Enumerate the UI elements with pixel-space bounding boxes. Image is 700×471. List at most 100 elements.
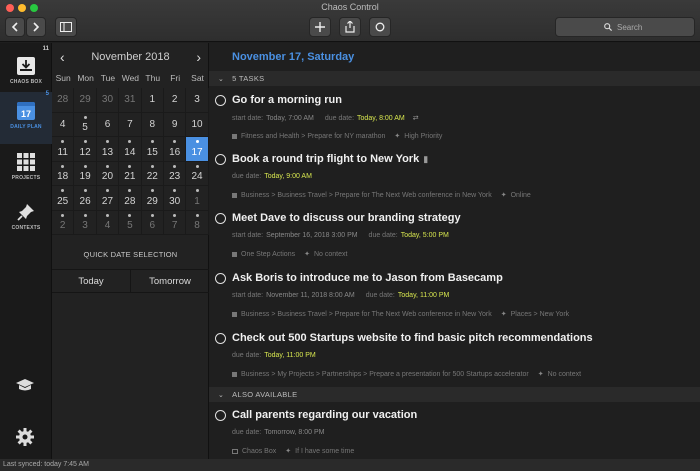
calendar-day-number: 27 [101,195,114,207]
calendar-day[interactable]: 11 [52,137,75,162]
calendar-day[interactable]: 4 [96,210,120,235]
calendar-month: November 2018 [91,51,170,63]
task-checkbox[interactable] [215,213,226,224]
task-indicator-dot [195,213,199,217]
sync-button[interactable] [369,17,391,37]
task-dates: due date: Today, 11:00 PM [232,352,322,359]
task-context: Online [510,191,531,199]
calendar-day[interactable]: 25 [52,186,75,211]
quick-date-selection-label: QUICK DATE SELECTION [83,250,178,259]
calendar-day[interactable]: 9 [163,112,187,137]
today-button[interactable]: Today [52,270,130,292]
calendar-day[interactable]: 8 [186,210,209,235]
calendar-day[interactable]: 28 [119,186,142,211]
calendar-day[interactable]: 29 [74,88,97,113]
learn-button[interactable] [15,378,37,396]
calendar-day-number: 22 [146,171,158,183]
task-row[interactable]: Book a round trip flight to New York ▮ du… [209,153,700,211]
grid-icon [17,153,35,171]
calendar-day-number: 2 [171,94,178,106]
calendar-day[interactable]: 22 [141,161,164,186]
calendar-day[interactable]: 23 [163,161,187,186]
calendar-day[interactable]: 1 [141,88,164,113]
calendar-day[interactable]: 16 [163,137,187,162]
status-bar: Last synced: today 7:45 AM [0,459,700,471]
also-available-section-header[interactable]: ⌄ ALSO AVAILABLE [209,387,700,402]
calendar-day[interactable]: 2 [163,88,187,113]
task-dates: start date: November 11, 2018 8:00 AM due… [232,292,455,299]
calendar-day-number: 26 [79,195,91,207]
calendar-day[interactable]: 7 [119,112,142,137]
calendar-day[interactable]: 26 [74,186,97,211]
search-field[interactable]: Search [555,17,695,37]
prev-month-button[interactable]: ‹ [60,49,65,65]
calendar-day[interactable]: 15 [141,137,164,162]
task-checkbox[interactable] [215,410,226,421]
calendar-day[interactable]: 1 [186,186,209,211]
calendar-day[interactable]: 8 [141,112,164,137]
calendar-day-number: 8 [194,220,200,232]
calendar-day[interactable]: 18 [52,161,75,186]
task-row[interactable]: Go for a morning run start date: Today, 7… [209,94,700,152]
task-row[interactable]: Check out 500 Startups website to find b… [209,332,700,390]
calendar-day[interactable]: 7 [163,210,187,235]
calendar-day[interactable]: 2 [52,210,75,235]
calendar-day[interactable]: 6 [96,112,120,137]
share-button[interactable] [339,17,361,37]
nav-chaos-box[interactable]: 11 CHAOS BOX [0,46,52,95]
task-checkbox[interactable] [215,333,226,344]
calendar-day[interactable]: 5 [119,210,142,235]
due-date-label: due date: [368,232,398,239]
nav-contexts[interactable]: CONTEXTS [0,194,52,242]
calendar-day[interactable]: 31 [119,88,142,113]
weekday-headers: Sun Mon Tue Wed Thu Fri Sat [52,73,209,83]
daily-plan-count: 5 [45,91,49,97]
calendar-day-number: 6 [149,220,156,232]
next-month-button[interactable]: › [196,49,201,65]
settings-button[interactable] [15,427,37,449]
task-checkbox[interactable] [215,273,226,284]
calendar-day[interactable]: 20 [96,161,120,186]
calendar-day-number: 25 [57,195,69,207]
nav-projects[interactable]: PROJECTS [0,144,52,192]
calendar-day[interactable]: 30 [96,88,120,113]
nav-daily-plan[interactable]: 5 17 DAILY PLAN [0,91,52,144]
task-checkbox[interactable] [215,154,226,165]
calendar-day[interactable]: 30 [163,186,187,211]
chaos-box-count: 11 [42,46,49,52]
calendar-day[interactable]: 3 [186,88,209,113]
calendar-icon-day: 17 [20,109,31,119]
calendar-day[interactable]: 12 [74,137,97,162]
calendar-day[interactable]: 5 [74,112,97,137]
calendar-day[interactable]: 14 [119,137,142,162]
calendar-day[interactable]: 21 [119,161,142,186]
calendar-day[interactable]: 10 [186,112,209,137]
calendar-day-number: 7 [127,118,133,130]
task-row[interactable]: Ask Boris to introduce me to Jason from … [209,272,700,330]
calendar-day[interactable]: 3 [74,210,97,235]
calendar-panel: ‹ November 2018 › Sun Mon Tue Wed Thu Fri Sat … [52,43,209,459]
calendar-day-number: 3 [82,220,88,232]
calendar-day[interactable]: 29 [141,186,164,211]
back-button[interactable] [5,17,25,37]
calendar-day[interactable]: 28 [52,88,75,113]
calendar-icon: 17 [17,102,35,120]
task-row[interactable]: Meet Dave to discuss our branding strate… [209,212,700,270]
calendar-day[interactable]: 19 [74,161,97,186]
add-task-button[interactable] [309,17,331,37]
toggle-sidebar-button[interactable] [55,17,77,37]
calendar-day[interactable]: 6 [141,210,164,235]
calendar-day[interactable]: 24 [186,161,209,186]
tomorrow-button[interactable]: Tomorrow [130,270,209,292]
calendar-day[interactable]: 13 [96,137,120,162]
task-row[interactable]: Call parents regarding our vacation due … [209,409,700,459]
task-checkbox[interactable] [215,95,226,106]
calendar-day[interactable]: 27 [96,186,120,211]
tasks-section-header[interactable]: ⌄ 5 TASKS [209,71,700,86]
calendar-day[interactable]: 17 [186,137,209,162]
task-title: Check out 500 Startups website to find b… [232,332,593,344]
forward-button[interactable] [26,17,46,37]
start-date-label: start date: [232,115,264,122]
task-indicator-dot [83,189,87,192]
calendar-day[interactable]: 4 [52,112,75,137]
